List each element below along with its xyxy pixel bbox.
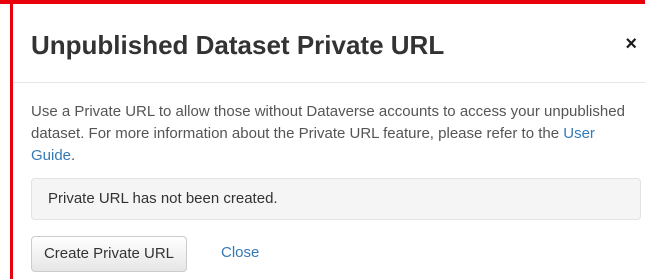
- description-text: Use a Private URL to allow those without…: [31, 103, 625, 142]
- create-private-url-button[interactable]: Create Private URL: [31, 236, 187, 272]
- status-message-box: Private URL has not been created.: [31, 178, 641, 220]
- dialog-title: Unpublished Dataset Private URL: [31, 30, 445, 60]
- dialog-description: Use a Private URL to allow those without…: [31, 101, 637, 167]
- close-icon[interactable]: ×: [625, 34, 637, 54]
- dialog-header: Unpublished Dataset Private URL ×: [13, 4, 645, 83]
- private-url-dialog: Unpublished Dataset Private URL × Use a …: [13, 4, 645, 279]
- status-message: Private URL has not been created.: [48, 190, 278, 207]
- description-period: .: [71, 147, 76, 164]
- close-link[interactable]: Close: [221, 244, 259, 261]
